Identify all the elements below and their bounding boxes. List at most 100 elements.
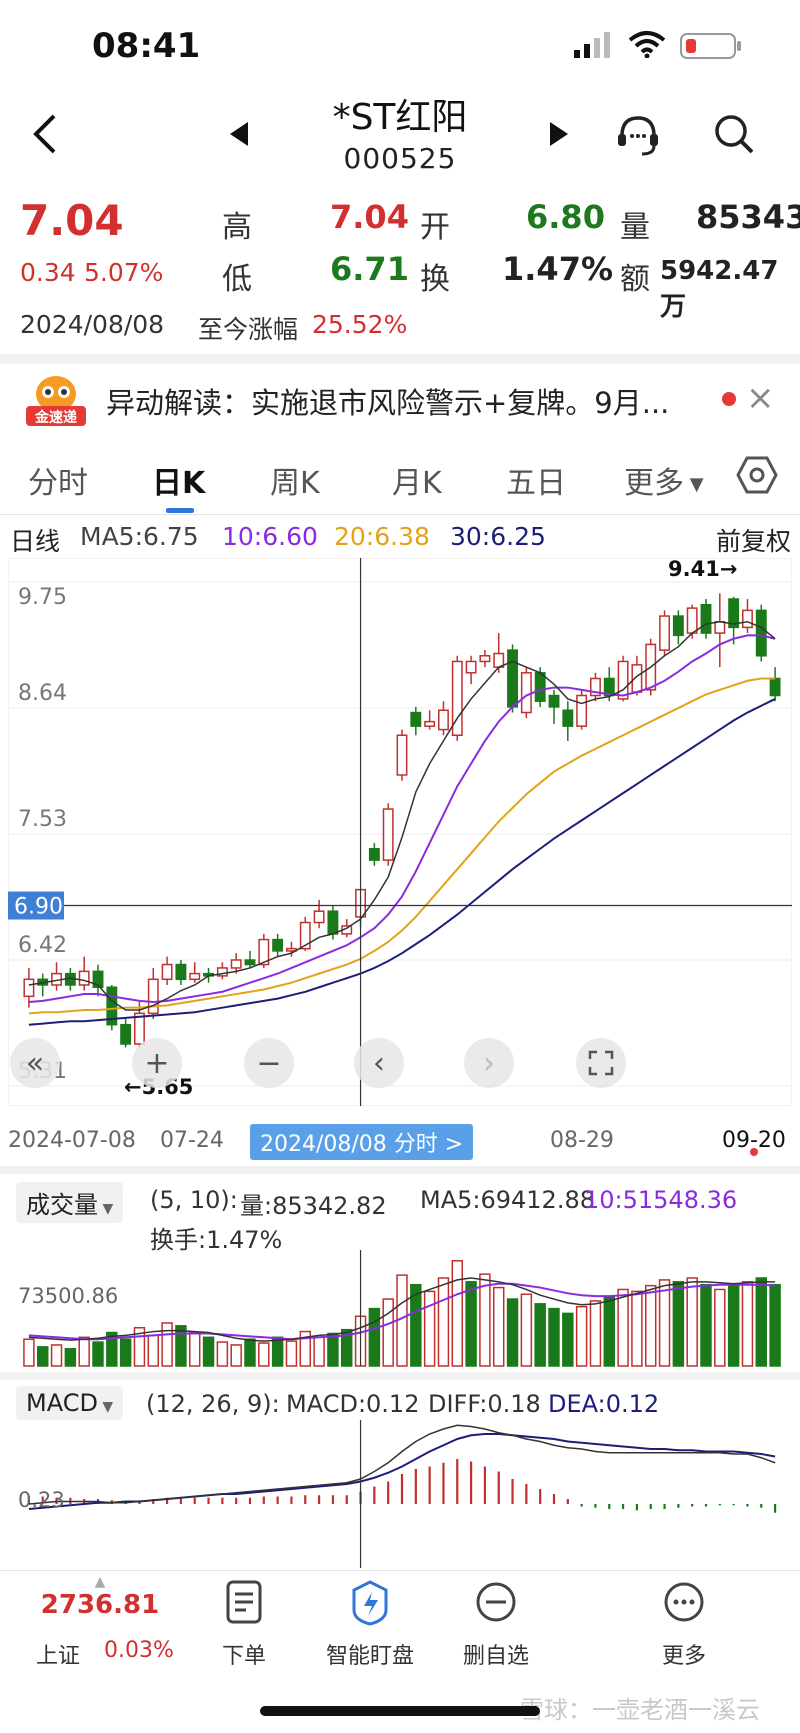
tabs-divider	[0, 514, 800, 515]
candle-body	[714, 620, 726, 634]
settings-hexagon-icon[interactable]	[736, 454, 778, 500]
volume-bar	[119, 1338, 132, 1367]
scroll-right-icon[interactable]: ›	[464, 1038, 514, 1088]
candle-body	[534, 672, 546, 702]
tab-fiveday[interactable]: 五日	[506, 458, 566, 502]
volume-bar	[686, 1277, 698, 1367]
candle-body	[313, 910, 325, 924]
legend-ma10: 10:6.60	[222, 522, 318, 551]
customer-service-icon[interactable]	[614, 110, 662, 162]
volume-bar	[506, 1298, 519, 1367]
volume-tag-label: 成交量	[26, 1191, 98, 1219]
wifi-icon	[628, 30, 666, 62]
crosshair-date-pill[interactable]: 2024/08/08 分时 >	[250, 1124, 474, 1160]
low-label: 低	[222, 262, 252, 297]
tab-fenshi[interactable]: 分时	[28, 458, 88, 502]
y-tick-label: 6.42	[18, 933, 67, 958]
volume-bar	[64, 1348, 77, 1367]
candle-body	[562, 709, 574, 727]
volume-bar	[631, 1290, 643, 1367]
candle-body	[659, 615, 670, 651]
news-text[interactable]: 异动解读：实施退市风险警示+复牌。9月...	[106, 380, 669, 422]
nav-smart-monitor[interactable]: 智能盯盘	[310, 1638, 430, 1670]
volume-bar	[50, 1344, 63, 1367]
more-dots-icon[interactable]	[624, 1580, 744, 1633]
ma10-line	[28, 634, 776, 1004]
candle-body	[672, 615, 684, 637]
volume-bar	[658, 1279, 671, 1367]
volume-indicator-select[interactable]: 成交量 ▼	[16, 1182, 124, 1223]
smart-monitor-icon[interactable]	[310, 1580, 430, 1635]
volume-bar	[368, 1307, 381, 1367]
volume-bar	[189, 1331, 201, 1367]
tab-dayk[interactable]: 日K	[152, 458, 205, 502]
fullscreen-icon[interactable]	[576, 1038, 626, 1088]
candle-body	[120, 1023, 132, 1045]
macd-chart[interactable]	[8, 1420, 792, 1568]
tab-monthk[interactable]: 月K	[392, 458, 442, 502]
volume-bar	[479, 1273, 491, 1367]
candle-body	[742, 609, 753, 629]
nav-order[interactable]: 下单	[184, 1638, 304, 1670]
high-label: 高	[222, 210, 252, 245]
volume-bar	[37, 1346, 49, 1367]
index-name: 上证	[36, 1644, 81, 1669]
nav-more[interactable]: 更多	[624, 1638, 744, 1670]
tab-weekk[interactable]: 周K	[270, 458, 320, 502]
adjust-mode[interactable]: 前复权	[716, 522, 791, 558]
volume-bar	[465, 1281, 477, 1367]
volume-bar	[714, 1288, 726, 1367]
double-left-icon[interactable]: «	[10, 1038, 60, 1088]
since-label: 至今涨幅	[198, 315, 299, 344]
remove-watchlist-icon[interactable]	[436, 1580, 556, 1633]
volume-value: 85343	[696, 198, 800, 236]
next-stock-icon[interactable]	[548, 120, 570, 152]
volume-bar	[313, 1336, 325, 1367]
news-badge[interactable]: 金速递	[26, 372, 86, 426]
volume-bar	[216, 1341, 229, 1367]
volume-bar	[258, 1342, 270, 1367]
crosshair-date-label: 2024/08/08 分时 >	[260, 1132, 464, 1157]
volume-panel-divider	[0, 1166, 800, 1174]
scroll-left-icon[interactable]: ‹	[354, 1038, 404, 1088]
amount-label: 额	[620, 262, 650, 297]
turnover-label: 换	[420, 262, 450, 297]
volume-bar	[548, 1307, 560, 1367]
volume-bar	[244, 1338, 256, 1367]
kline-chart[interactable]: 9.758.647.536.425.316.909.41→←5.65	[8, 558, 792, 1106]
volume-chart[interactable]	[8, 1250, 792, 1370]
news-close-icon[interactable]: ×	[746, 378, 775, 418]
watermark: 雪球：一壶老酒一溪云	[520, 1696, 760, 1724]
x-label-0829: 08-29	[550, 1128, 614, 1153]
x-label-0724: 07-24	[160, 1128, 224, 1153]
volume-bar	[161, 1322, 173, 1367]
volume-bar	[534, 1303, 546, 1367]
candle-body	[548, 694, 560, 708]
zoom-out-icon[interactable]: −	[244, 1038, 294, 1088]
tab-selected-indicator	[166, 508, 194, 513]
chevron-down-icon: ▼	[684, 474, 704, 495]
divider	[0, 354, 800, 364]
tab-more[interactable]: 更多 ▼	[624, 458, 704, 502]
volume-bar	[78, 1336, 90, 1367]
volume-params: (5, 10):	[150, 1186, 238, 1214]
stock-name: *ST红阳	[332, 97, 468, 138]
volume-bar	[493, 1286, 505, 1367]
macd-axis-label: 0.23	[18, 1488, 65, 1512]
price-change: 0.34	[20, 258, 76, 287]
today-dot	[750, 1148, 758, 1156]
nav-remove-watchlist[interactable]: 删自选	[436, 1638, 556, 1670]
index-ticker[interactable]: ▲ 2736.81	[40, 1574, 160, 1620]
order-icon[interactable]	[184, 1580, 304, 1633]
macd-indicator-select[interactable]: MACD ▼	[16, 1386, 124, 1420]
macd-diff-label: DIFF:0.18	[428, 1390, 541, 1418]
candle-body	[617, 660, 629, 700]
macd-panel-divider	[0, 1372, 800, 1380]
search-icon[interactable]	[712, 112, 756, 160]
open-label: 开	[420, 210, 450, 245]
stock-code: 000525	[343, 142, 457, 175]
zoom-in-icon[interactable]: +	[132, 1038, 182, 1088]
max-price-label: 9.41→	[668, 558, 737, 581]
high-value: 7.04	[330, 198, 409, 236]
candle-body	[424, 720, 436, 727]
